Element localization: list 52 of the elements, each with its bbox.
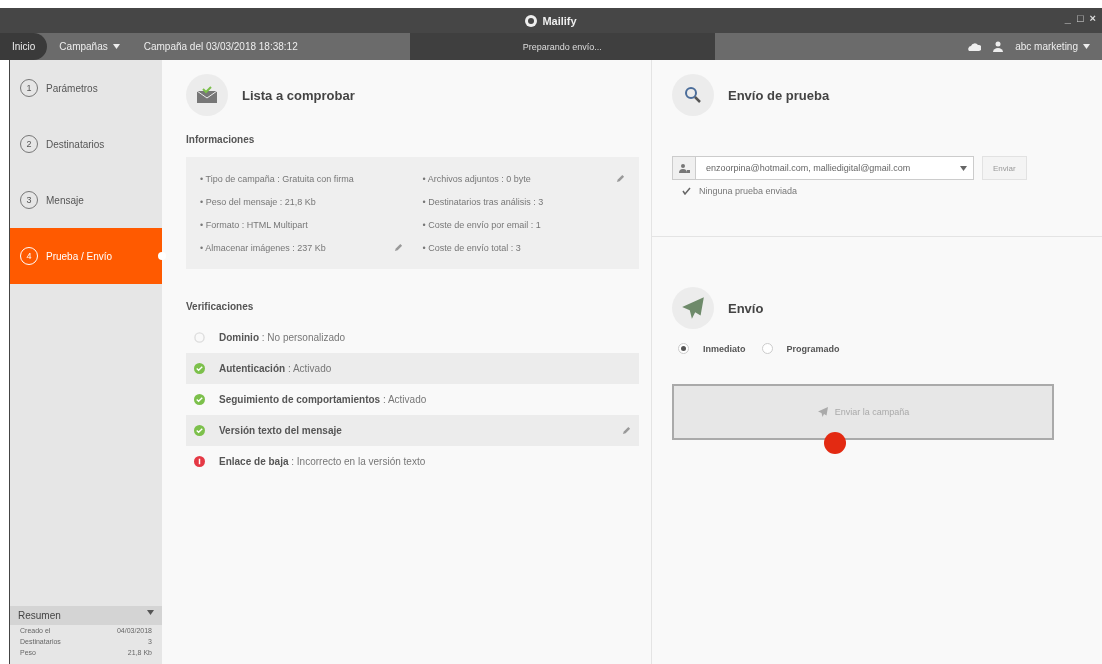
subsection-title: Verificaciones (186, 301, 255, 312)
info-text: • Tipo de campaña : Gratuita con firma (200, 173, 354, 184)
maximize-button[interactable]: □ (1076, 12, 1084, 24)
section-title: Envío de prueba (728, 87, 830, 103)
paper-plane-icon (680, 295, 706, 321)
step-item[interactable]: 1 Parámetros (10, 60, 162, 116)
step-item[interactable]: 2 Destinatarios (10, 116, 162, 172)
verification-text: Versión texto del mensaje (219, 425, 343, 436)
summary-header[interactable]: Resumen (10, 606, 162, 625)
pencil-icon[interactable] (616, 174, 625, 183)
contacts-icon (678, 163, 690, 173)
home-tab[interactable]: Inicio (0, 33, 48, 60)
caret-icon (112, 44, 120, 49)
info-text: • Archivos adjuntos : 0 byte (422, 173, 531, 184)
info-text: • Destinatarios tras análisis : 3 (422, 196, 544, 207)
verification-text: Dominio : No personalizado (219, 332, 347, 343)
search-icon (672, 74, 714, 116)
test-status-text: Ninguna prueba enviada (699, 186, 798, 196)
section-title: Lista a comprobar (242, 87, 355, 103)
caret-icon (1083, 44, 1090, 49)
campaigns-menu[interactable]: Campañas (47, 33, 132, 60)
recipients-select[interactable]: enzoorpina@hotmail.com, malliedigital@gmail.com (672, 156, 974, 180)
pencil-icon[interactable] (622, 426, 631, 435)
user-menu[interactable]: abc marketing (1003, 33, 1102, 60)
verification-text: Enlace de baja : Incorrecto en la versión texto (219, 456, 427, 467)
info-text: • Coste de envío total : 3 (422, 242, 521, 253)
click-indicator (824, 432, 846, 454)
user-icon (993, 41, 1004, 52)
status-bar: Preparando envío... (409, 33, 715, 60)
caret-icon (147, 610, 154, 615)
verification-text: Seguimiento de comportamientos : Activado (219, 394, 428, 405)
subsection-title: Informaciones (186, 134, 256, 145)
caret-icon (960, 165, 967, 171)
send-option-radio[interactable]: Inmediato (678, 343, 746, 354)
check-icon (682, 187, 691, 195)
minimize-button[interactable]: _ (1064, 12, 1071, 24)
campaign-breadcrumb[interactable]: Campaña del 03/03/2018 18:38:12 (131, 33, 310, 60)
info-text: • Almacenar imágenes : 237 Kb (200, 242, 326, 253)
section-title: Envío (728, 300, 764, 316)
pencil-icon[interactable] (393, 243, 403, 252)
step-item[interactable]: 3 Mensaje (10, 172, 162, 228)
app-logo-icon (525, 14, 538, 27)
verification-text: Autenticación : Activado (219, 363, 333, 374)
info-text: • Peso del mensaje : 21,8 Kb (200, 196, 316, 207)
send-icon (816, 406, 829, 418)
info-text: • Formato : HTML Multipart (200, 219, 308, 230)
info-text: • Coste de envío por email : 1 (422, 219, 541, 230)
cloud-icon[interactable] (967, 41, 982, 52)
envelope-check-icon (186, 74, 228, 116)
send-option-radio[interactable]: Programado (761, 343, 840, 354)
window-title: Mailify (542, 14, 577, 27)
close-button[interactable]: × (1089, 12, 1096, 24)
